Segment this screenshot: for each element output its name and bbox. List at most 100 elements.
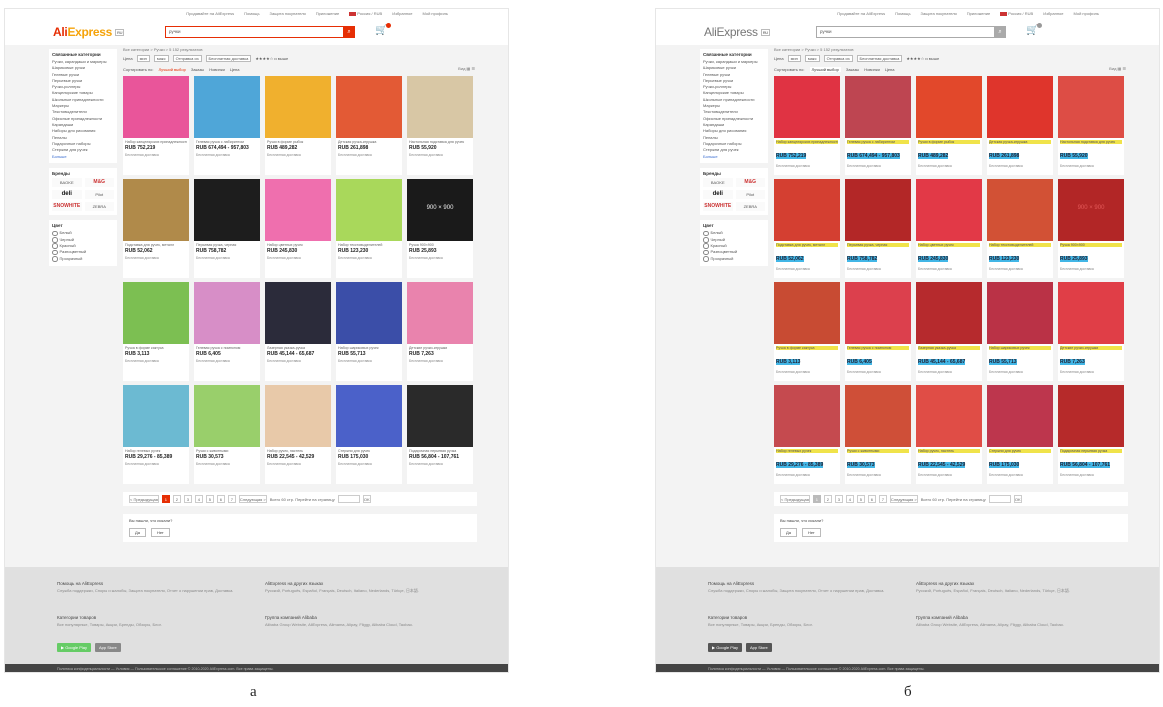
footer-links[interactable]: Русский, Português, Español, Français, D… (265, 588, 445, 594)
sort-option[interactable]: Цена (230, 67, 240, 72)
product-title[interactable]: Детские ручки-игрушки (1060, 346, 1122, 350)
top-link[interactable]: Приложение (316, 11, 339, 19)
footer-links[interactable]: Служба поддержки, Споры и жалобы, Защита… (57, 588, 237, 594)
footer-links[interactable]: Alibaba Group Website, AliExpress, Alima… (265, 622, 445, 628)
brand-logo[interactable]: BAOKE (52, 178, 82, 188)
product-image[interactable] (916, 282, 982, 344)
product-image[interactable] (774, 385, 840, 447)
product-image[interactable] (987, 385, 1053, 447)
product-card[interactable]: Набор ручек, пастель RUB 22,545 - 42,529 Б… (916, 385, 982, 484)
product-image[interactable]: 900 × 900 (1058, 179, 1124, 241)
more-link[interactable]: Больше (52, 154, 114, 159)
product-card[interactable]: Набор цветных ручек RUB 245,830 Бесплатная… (265, 179, 331, 278)
brand-logo[interactable]: SNOWHITE (703, 202, 733, 212)
app-store-button[interactable]: App Store (745, 643, 772, 652)
product-image[interactable] (123, 76, 189, 138)
brand-logo[interactable]: deli (703, 190, 733, 200)
product-image[interactable] (336, 385, 402, 447)
product-card[interactable]: Набор текстовыделителей RUB 123,230 Беспла… (987, 179, 1053, 278)
product-card[interactable]: Стержни для ручек RUB 175,030 Бесплатная д… (336, 385, 402, 484)
next-page-button[interactable]: Следующая > (238, 495, 267, 503)
product-title[interactable]: Лазерная указка-ручка (267, 346, 329, 350)
product-card[interactable]: Набор гелевых ручек RUB 29,276 - 85,389 Бе… (123, 385, 189, 484)
brand-logo[interactable]: deli (52, 190, 82, 200)
product-card[interactable]: Набор гелевых ручек RUB 29,276 - 85,389 Бе… (774, 385, 840, 484)
product-card[interactable]: Ручки с животными RUB 30,573 Бесплатная до… (845, 385, 911, 484)
go-button[interactable]: OK (1013, 495, 1022, 503)
product-title[interactable]: Набор канцелярских принадлежностей (776, 140, 838, 144)
brand-logo[interactable]: Pilot (84, 190, 114, 200)
brand-logo[interactable]: BAOKE (703, 178, 733, 188)
product-image[interactable] (916, 179, 982, 241)
product-image[interactable] (194, 385, 260, 447)
product-title[interactable]: Стержни для ручек (989, 449, 1051, 453)
product-image[interactable] (194, 179, 260, 241)
page-number-button[interactable]: 6 (867, 495, 876, 503)
feedback-yes-button[interactable]: Да (129, 528, 146, 537)
free-shipping-checkbox[interactable]: Бесплатная доставка (205, 55, 252, 62)
product-title[interactable]: Детская ручка-игрушка (989, 140, 1051, 144)
page-number-button[interactable]: 2 (172, 495, 181, 503)
product-image[interactable] (336, 179, 402, 241)
product-image[interactable] (1058, 282, 1124, 344)
product-image[interactable] (123, 179, 189, 241)
top-link[interactable]: Защита покупателя (270, 11, 306, 19)
free-shipping-checkbox[interactable]: Бесплатная доставка (856, 55, 903, 62)
region-selector[interactable]: Россия / RUB (349, 11, 382, 19)
product-card[interactable]: Набор текстовыделителей RUB 123,230 Беспла… (336, 179, 402, 278)
footer-links[interactable]: Все популярные, Товары, Акции, Бренды, О… (57, 622, 237, 628)
feedback-no-button[interactable]: Нет (801, 528, 821, 537)
product-title[interactable]: Набор шариковых ручек (338, 346, 400, 350)
product-image[interactable] (123, 282, 189, 344)
product-title[interactable]: Ручка в форме кактуса (125, 346, 187, 350)
product-title[interactable]: Детские ручки-игрушки (409, 346, 471, 350)
product-title[interactable]: Подставка для ручек, металл (125, 243, 187, 247)
product-card[interactable]: Набор цветных ручек RUB 245,830 Бесплатная… (916, 179, 982, 278)
product-title[interactable]: Ручки в форме рыбок (918, 140, 980, 144)
product-image[interactable] (194, 76, 260, 138)
page-number-button[interactable]: 1 (812, 495, 821, 503)
product-title[interactable]: Перьевая ручка, черная (847, 243, 909, 247)
product-card[interactable]: Детские ручки-игрушки RUB 7,263 Бесплатная… (1058, 282, 1124, 381)
product-card[interactable]: Детская ручка-игрушка RUB 261,898 Бесплатн… (336, 76, 402, 175)
product-title[interactable]: Набор цветных ручек (918, 243, 980, 247)
page-number-button[interactable]: 5 (856, 495, 865, 503)
page-number-button[interactable]: 2 (823, 495, 832, 503)
product-image[interactable] (987, 76, 1053, 138)
prev-page-button[interactable]: < Предыдущая (129, 495, 159, 503)
sidebar-category-item[interactable]: Стержни для ручек (703, 147, 765, 153)
search-input[interactable]: ручки ⌕ (165, 26, 355, 38)
top-link[interactable]: Продавайте на AliExpress (837, 11, 885, 19)
product-title[interactable]: Ручки с животными (196, 449, 258, 453)
product-title[interactable]: Детская ручка-игрушка (338, 140, 400, 144)
product-title[interactable]: Подставка для ручек, металл (776, 243, 838, 247)
footer-links[interactable]: Alibaba Group Website, AliExpress, Alima… (916, 622, 1096, 628)
page-number-button[interactable]: 5 (205, 495, 214, 503)
product-title[interactable]: Набор текстовыделителей (989, 243, 1051, 247)
product-title[interactable]: Набор шариковых ручек (989, 346, 1051, 350)
product-title[interactable]: Ручка 900×900 (409, 243, 471, 247)
product-title[interactable]: Настольная подставка для ручек (409, 140, 471, 144)
price-max-input[interactable]: макс (804, 55, 820, 62)
product-title[interactable]: Набор цветных ручек (267, 243, 329, 247)
google-play-button[interactable]: ▶ Google Play (708, 643, 742, 652)
footer-links[interactable]: Русский, Português, Español, Français, D… (916, 588, 1096, 594)
top-link[interactable]: Продавайте на AliExpress (186, 11, 234, 19)
page-number-button[interactable]: 7 (878, 495, 887, 503)
brand-logo[interactable]: M&G (735, 178, 765, 188)
prev-page-button[interactable]: < Предыдущая (780, 495, 810, 503)
product-card[interactable]: Набор шариковых ручек RUB 55,713 Бесплатна… (336, 282, 402, 381)
product-title[interactable]: Гелевая ручка с помпоном (196, 346, 258, 350)
product-card[interactable]: Набор канцелярских принадлежностей RUB 75… (123, 76, 189, 175)
google-play-button[interactable]: ▶ Google Play (57, 643, 91, 652)
region-selector[interactable]: Россия / RUB (1000, 11, 1033, 19)
view-toggle[interactable]: Вид ▦ ☰ (1109, 66, 1126, 71)
ship-from-select[interactable]: Отправка из (172, 55, 202, 62)
product-card[interactable]: Подставка для ручек, металл RUB 52,062 Бес… (774, 179, 840, 278)
sidebar-category-item[interactable]: Стержни для ручек (52, 147, 114, 153)
product-image[interactable] (845, 282, 911, 344)
next-page-button[interactable]: Следующая > (889, 495, 918, 503)
product-title[interactable]: Набор ручек, пастель (918, 449, 980, 453)
product-image[interactable] (916, 385, 982, 447)
sort-option[interactable]: Лучший выбор (159, 67, 186, 72)
